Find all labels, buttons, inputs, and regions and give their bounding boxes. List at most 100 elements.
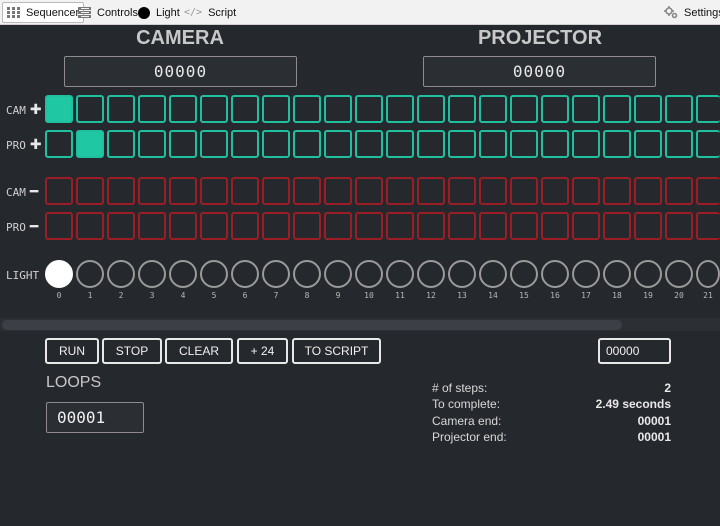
pro-plus-step[interactable] [417, 130, 445, 158]
cam-plus-step[interactable] [541, 95, 569, 123]
cam-plus-step[interactable] [107, 95, 135, 123]
cam-minus-step[interactable] [76, 177, 104, 205]
settings-button[interactable]: Settings [660, 2, 720, 23]
light-step[interactable] [169, 260, 197, 288]
cam-minus-step[interactable] [107, 177, 135, 205]
pro-minus-step[interactable] [479, 212, 507, 240]
pro-plus-step[interactable] [45, 130, 73, 158]
pro-minus-step[interactable] [107, 212, 135, 240]
cam-minus-step[interactable] [355, 177, 383, 205]
pro-minus-step[interactable] [45, 212, 73, 240]
cam-minus-step[interactable] [696, 177, 720, 205]
cam-minus-step[interactable] [479, 177, 507, 205]
pro-plus-step[interactable] [386, 130, 414, 158]
pro-plus-step[interactable] [231, 130, 259, 158]
cam-plus-step[interactable] [665, 95, 693, 123]
loops-input[interactable]: 00001 [46, 402, 144, 433]
tab-script[interactable]: </> Script [180, 2, 240, 23]
scrollbar-thumb[interactable] [2, 320, 622, 330]
clear-button[interactable]: CLEAR [165, 338, 233, 364]
pro-plus-step[interactable] [324, 130, 352, 158]
cam-plus-step[interactable] [169, 95, 197, 123]
light-step[interactable] [448, 260, 476, 288]
light-step[interactable] [231, 260, 259, 288]
pro-minus-step[interactable] [262, 212, 290, 240]
cam-minus-step[interactable] [262, 177, 290, 205]
pro-minus-step[interactable] [231, 212, 259, 240]
light-step[interactable] [603, 260, 631, 288]
cam-plus-step[interactable] [448, 95, 476, 123]
step-number-input[interactable] [598, 338, 671, 364]
pro-minus-step[interactable] [448, 212, 476, 240]
tab-sequencer[interactable]: Sequencer [2, 2, 85, 23]
cam-minus-step[interactable] [45, 177, 73, 205]
pro-plus-step[interactable] [634, 130, 662, 158]
cam-minus-step[interactable] [634, 177, 662, 205]
pro-minus-step[interactable] [355, 212, 383, 240]
light-step[interactable] [138, 260, 166, 288]
tab-light[interactable]: Light [134, 2, 184, 23]
cam-plus-step[interactable] [417, 95, 445, 123]
add-24-button[interactable]: + 24 [237, 338, 288, 364]
run-button[interactable]: RUN [45, 338, 99, 364]
light-step[interactable] [107, 260, 135, 288]
pro-plus-step[interactable] [200, 130, 228, 158]
light-step[interactable] [541, 260, 569, 288]
light-step[interactable] [696, 260, 720, 288]
cam-plus-step[interactable] [231, 95, 259, 123]
cam-minus-step[interactable] [324, 177, 352, 205]
cam-plus-step[interactable] [634, 95, 662, 123]
cam-minus-step[interactable] [293, 177, 321, 205]
pro-plus-step[interactable] [510, 130, 538, 158]
light-step[interactable] [417, 260, 445, 288]
pro-minus-step[interactable] [696, 212, 720, 240]
light-step[interactable] [76, 260, 104, 288]
light-step[interactable] [510, 260, 538, 288]
pro-plus-step[interactable] [448, 130, 476, 158]
cam-minus-step[interactable] [665, 177, 693, 205]
cam-plus-step[interactable] [138, 95, 166, 123]
pro-minus-step[interactable] [417, 212, 445, 240]
light-step[interactable] [45, 260, 73, 288]
cam-plus-step[interactable] [293, 95, 321, 123]
pro-plus-step[interactable] [696, 130, 720, 158]
pro-plus-step[interactable] [262, 130, 290, 158]
light-step[interactable] [572, 260, 600, 288]
cam-minus-step[interactable] [138, 177, 166, 205]
cam-minus-step[interactable] [541, 177, 569, 205]
pro-minus-step[interactable] [510, 212, 538, 240]
cam-plus-step[interactable] [386, 95, 414, 123]
pro-plus-step[interactable] [572, 130, 600, 158]
cam-minus-step[interactable] [448, 177, 476, 205]
light-step[interactable] [293, 260, 321, 288]
cam-plus-step[interactable] [603, 95, 631, 123]
pro-minus-step[interactable] [572, 212, 600, 240]
pro-minus-step[interactable] [138, 212, 166, 240]
cam-plus-step[interactable] [510, 95, 538, 123]
cam-minus-step[interactable] [603, 177, 631, 205]
light-step[interactable] [200, 260, 228, 288]
cam-minus-step[interactable] [231, 177, 259, 205]
cam-plus-step[interactable] [262, 95, 290, 123]
cam-minus-step[interactable] [200, 177, 228, 205]
cam-plus-step[interactable] [324, 95, 352, 123]
light-step[interactable] [324, 260, 352, 288]
cam-minus-step[interactable] [510, 177, 538, 205]
pro-minus-step[interactable] [200, 212, 228, 240]
pro-plus-step[interactable] [541, 130, 569, 158]
light-step[interactable] [479, 260, 507, 288]
light-step[interactable] [634, 260, 662, 288]
pro-minus-step[interactable] [386, 212, 414, 240]
pro-minus-step[interactable] [324, 212, 352, 240]
pro-minus-step[interactable] [665, 212, 693, 240]
pro-minus-step[interactable] [541, 212, 569, 240]
light-step[interactable] [262, 260, 290, 288]
cam-plus-step[interactable] [696, 95, 720, 123]
to-script-button[interactable]: TO SCRIPT [292, 338, 381, 364]
light-step[interactable] [355, 260, 383, 288]
cam-plus-step[interactable] [200, 95, 228, 123]
cam-plus-step[interactable] [355, 95, 383, 123]
cam-plus-step[interactable] [45, 95, 73, 123]
pro-plus-step[interactable] [138, 130, 166, 158]
cam-plus-step[interactable] [76, 95, 104, 123]
